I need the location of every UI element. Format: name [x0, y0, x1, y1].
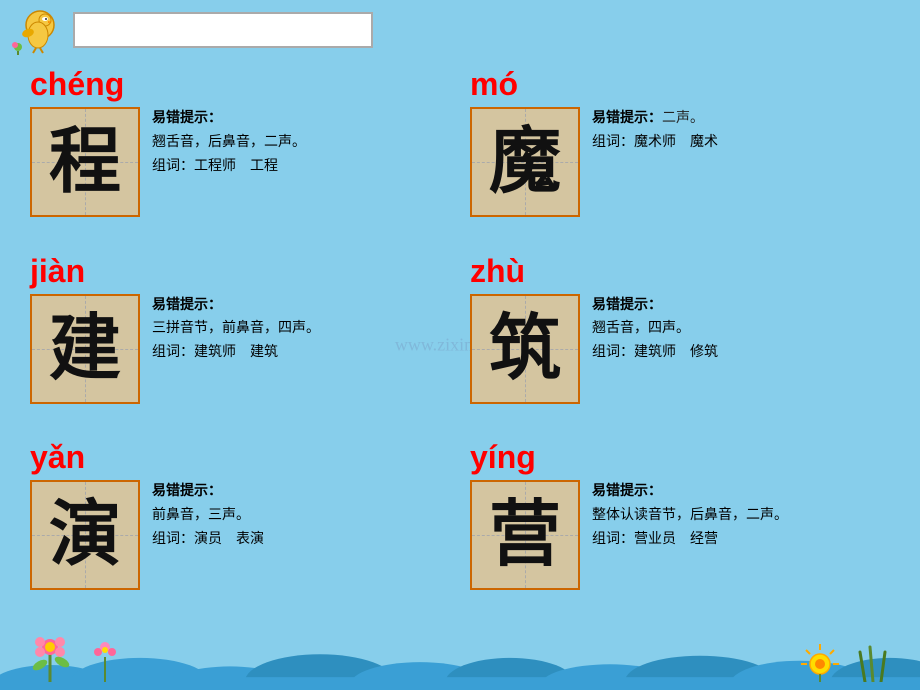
note-text-zhu: 翘舌音，四声。 [592, 317, 890, 341]
note-label-mo: 易错提示：二声。 [592, 107, 890, 131]
note-text-yan: 前鼻音，三声。 [152, 504, 450, 528]
mascot-icon [10, 5, 65, 55]
sun-icon [795, 632, 845, 682]
word-group-cheng: 组词：工程师 工程 [152, 155, 450, 179]
char-box-cheng: 程 [30, 107, 140, 217]
char-block-ying: yíng 营 易错提示： 整体认读音节，后鼻音，二声。 组词：营业员 经营 [460, 433, 900, 620]
char-notes-yan: 易错提示： 前鼻音，三声。 组词：演员 表演 [152, 480, 450, 551]
note-label-cheng: 易错提示： [152, 107, 450, 131]
char-info-mo: 魔 易错提示：二声。 组词：魔术师 魔术 [470, 107, 890, 217]
pinyin-cheng: chéng [30, 66, 450, 103]
char-text-cheng: 程 [49, 126, 121, 198]
note-text-ying: 整体认读音节，后鼻音，二声。 [592, 504, 890, 528]
grass-icon [845, 632, 900, 682]
char-text-yan: 演 [49, 499, 121, 571]
title-input[interactable] [73, 12, 373, 48]
char-notes-ying: 易错提示： 整体认读音节，后鼻音，二声。 组词：营业员 经营 [592, 480, 890, 551]
note-label-ying: 易错提示： [592, 480, 890, 504]
bottom-decoration [0, 620, 920, 690]
char-text-ying: 营 [489, 499, 561, 571]
char-block-cheng: chéng 程 易错提示： 翘舌音，后鼻音，二声。 组词：工程师 工程 [20, 60, 460, 247]
bottom-items [0, 627, 920, 682]
char-block-yan: yǎn 演 易错提示： 前鼻音，三声。 组词：演员 表演 [20, 433, 460, 620]
char-info-zhu: 筑 易错提示： 翘舌音，四声。 组词：建筑师 修筑 [470, 294, 890, 404]
char-box-ying: 营 [470, 480, 580, 590]
char-info-cheng: 程 易错提示： 翘舌音，后鼻音，二声。 组词：工程师 工程 [30, 107, 450, 217]
char-info-ying: 营 易错提示： 整体认读音节，后鼻音，二声。 组词：营业员 经营 [470, 480, 890, 590]
note-text-jian: 三拼音节，前鼻音，四声。 [152, 317, 450, 341]
char-info-yan: 演 易错提示： 前鼻音，三声。 组词：演员 表演 [30, 480, 450, 590]
char-box-jian: 建 [30, 294, 140, 404]
char-text-mo: 魔 [489, 126, 561, 198]
char-notes-zhu: 易错提示： 翘舌音，四声。 组词：建筑师 修筑 [592, 294, 890, 365]
char-text-jian: 建 [49, 313, 121, 385]
note-label-yan: 易错提示： [152, 480, 450, 504]
word-group-mo: 组词：魔术师 魔术 [592, 131, 890, 155]
note-label-jian: 易错提示： [152, 294, 450, 318]
char-notes-jian: 易错提示： 三拼音节，前鼻音，四声。 组词：建筑师 建筑 [152, 294, 450, 365]
note-label-zhu: 易错提示： [592, 294, 890, 318]
word-group-yan: 组词：演员 表演 [152, 528, 450, 552]
main-content: chéng 程 易错提示： 翘舌音，后鼻音，二声。 组词：工程师 工程 mó 魔 [0, 60, 920, 620]
char-box-zhu: 筑 [470, 294, 580, 404]
word-group-zhu: 组词：建筑师 修筑 [592, 341, 890, 365]
pinyin-jian: jiàn [30, 253, 450, 290]
char-block-jian: jiàn 建 易错提示： 三拼音节，前鼻音，四声。 组词：建筑师 建筑 [20, 247, 460, 434]
pinyin-ying: yíng [470, 439, 890, 476]
plant-icon [80, 637, 130, 682]
char-block-mo: mó 魔 易错提示：二声。 组词：魔术师 魔术 [460, 60, 900, 247]
pinyin-zhu: zhù [470, 253, 890, 290]
char-info-jian: 建 易错提示： 三拼音节，前鼻音，四声。 组词：建筑师 建筑 [30, 294, 450, 404]
char-text-zhu: 筑 [489, 313, 561, 385]
top-bar [0, 0, 920, 60]
char-notes-mo: 易错提示：二声。 组词：魔术师 魔术 [592, 107, 890, 155]
note-text-cheng: 翘舌音，后鼻音，二声。 [152, 131, 450, 155]
pinyin-yan: yǎn [30, 439, 450, 476]
char-box-mo: 魔 [470, 107, 580, 217]
pinyin-mo: mó [470, 66, 890, 103]
char-notes-cheng: 易错提示： 翘舌音，后鼻音，二声。 组词：工程师 工程 [152, 107, 450, 178]
word-group-ying: 组词：营业员 经营 [592, 528, 890, 552]
char-block-zhu: zhù 筑 易错提示： 翘舌音，四声。 组词：建筑师 修筑 [460, 247, 900, 434]
word-group-jian: 组词：建筑师 建筑 [152, 341, 450, 365]
flower-icon [20, 627, 80, 682]
char-box-yan: 演 [30, 480, 140, 590]
